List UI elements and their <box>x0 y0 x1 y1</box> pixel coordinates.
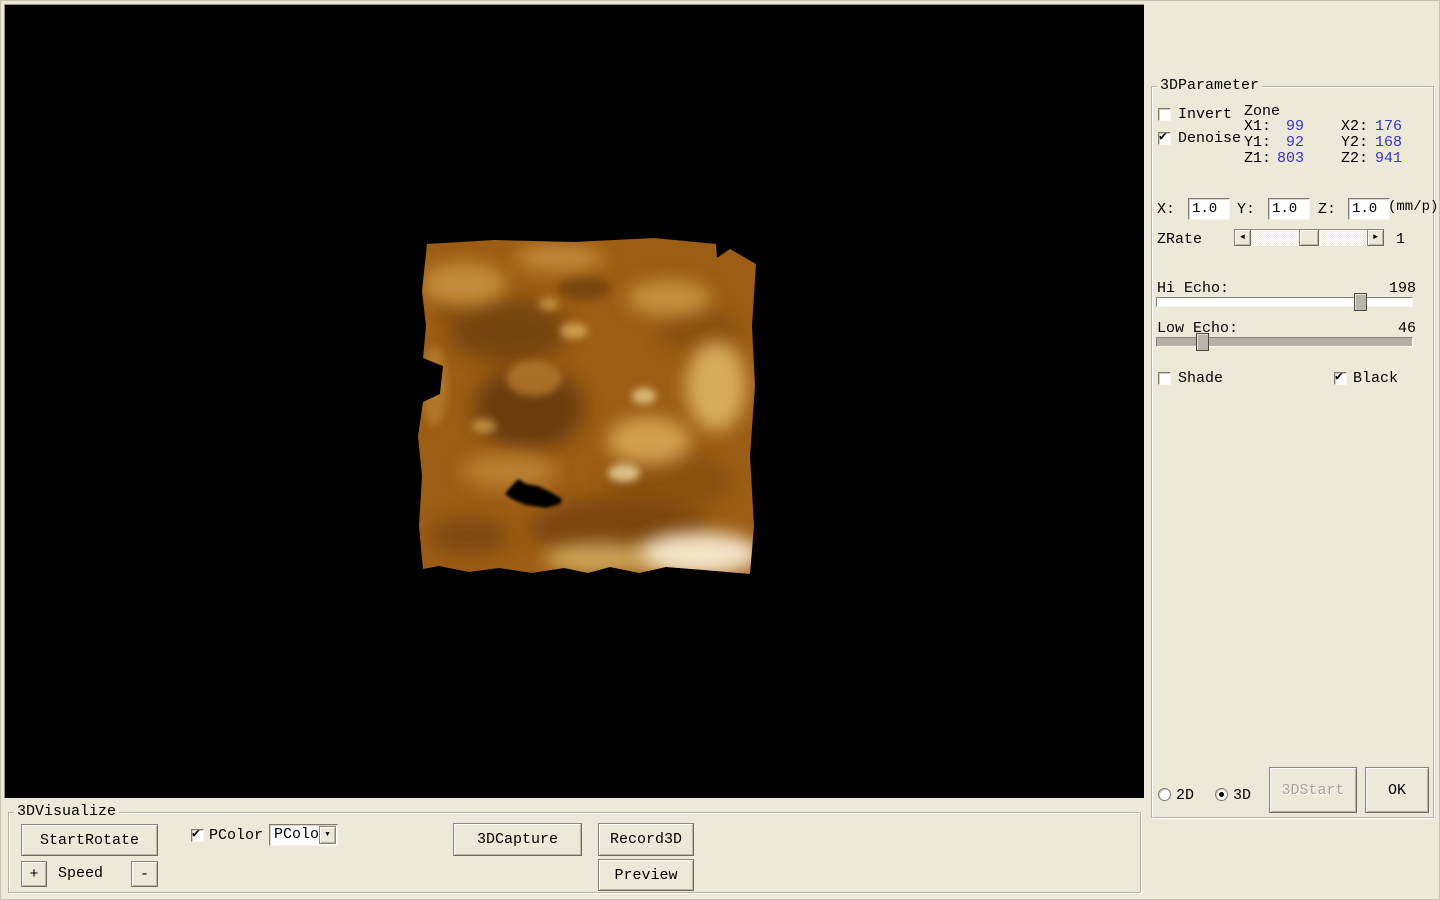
render-viewport[interactable] <box>4 4 1144 798</box>
mode-2d-label[interactable]: 2D <box>1176 787 1194 804</box>
low-echo-slider[interactable] <box>1156 333 1413 351</box>
zone-y2-value: 168 <box>1357 134 1402 151</box>
checkmark-icon: ✔ <box>192 826 200 841</box>
3dstart-button[interactable]: 3DStart <box>1269 767 1357 813</box>
record3d-button[interactable]: Record3D <box>598 823 694 856</box>
voxel-y-label: Y: <box>1237 201 1255 218</box>
mode-2d-radio[interactable] <box>1158 788 1171 801</box>
preview-button[interactable]: Preview <box>598 859 694 891</box>
voxel-x-label: X: <box>1157 201 1175 218</box>
speed-minus-button[interactable]: - <box>131 861 158 887</box>
dropdown-button[interactable]: ▼ <box>319 826 336 844</box>
chevron-down-icon: ▼ <box>325 831 329 839</box>
zone-y1-value: 92 <box>1259 134 1304 151</box>
voxel-z-input[interactable] <box>1348 198 1390 220</box>
zone-z2-value: 941 <box>1357 150 1402 167</box>
hi-echo-slider-thumb[interactable] <box>1354 293 1367 311</box>
zrate-scroll-right-button[interactable]: ► <box>1367 229 1384 246</box>
zrate-scroll-thumb[interactable] <box>1299 229 1319 246</box>
voxel-x-input[interactable] <box>1188 198 1230 220</box>
low-echo-slider-thumb[interactable] <box>1196 333 1209 351</box>
zrate-scrollbar[interactable]: ◄ ► <box>1234 229 1384 246</box>
zone-x2-value: 176 <box>1357 118 1402 135</box>
zone-x1-value: 99 <box>1259 118 1304 135</box>
hi-echo-slider-track[interactable] <box>1156 297 1413 307</box>
speed-label: Speed <box>58 865 103 882</box>
checkmark-icon: ✔ <box>1335 369 1343 384</box>
shade-label[interactable]: Shade <box>1178 370 1223 387</box>
ultrasound-3d-render <box>414 236 758 580</box>
mode-3d-radio[interactable] <box>1215 788 1228 801</box>
ok-button[interactable]: OK <box>1365 767 1429 813</box>
invert-label[interactable]: Invert <box>1178 106 1232 123</box>
voxel-z-label: Z: <box>1318 201 1336 218</box>
voxel-y-input[interactable] <box>1268 198 1310 220</box>
scroll-right-icon: ► <box>1373 233 1378 242</box>
denoise-label[interactable]: Denoise <box>1178 130 1241 147</box>
parameter-groupbox: 3DParameter Invert ✔ Denoise Zone X1: 99… <box>1151 86 1434 818</box>
denoise-checkbox[interactable]: ✔ <box>1158 132 1171 145</box>
shade-checkbox[interactable] <box>1158 372 1171 385</box>
zrate-label: ZRate <box>1157 231 1202 248</box>
low-echo-slider-track[interactable] <box>1156 337 1413 347</box>
voxel-unit-label: (mm/p) <box>1388 199 1438 216</box>
pcolor-dropdown[interactable]: PColor ▼ <box>269 824 338 846</box>
black-label[interactable]: Black <box>1353 370 1398 387</box>
zone-z1-value: 803 <box>1259 150 1304 167</box>
mode-3d-label[interactable]: 3D <box>1233 787 1251 804</box>
hi-echo-slider[interactable] <box>1156 293 1413 311</box>
pcolor-label[interactable]: PColor <box>209 827 263 844</box>
parameter-group-title: 3DParameter <box>1157 77 1262 95</box>
3dcapture-button[interactable]: 3DCapture <box>453 823 582 856</box>
visualize-groupbox: 3DVisualize StartRotate + Speed - ✔ PCol… <box>8 812 1141 893</box>
speed-plus-button[interactable]: + <box>21 861 47 887</box>
app-window: 3DParameter Invert ✔ Denoise Zone X1: 99… <box>0 0 1440 900</box>
black-checkbox[interactable]: ✔ <box>1334 372 1347 385</box>
start-rotate-button[interactable]: StartRotate <box>21 824 158 856</box>
invert-checkbox[interactable] <box>1158 108 1171 121</box>
visualize-group-title: 3DVisualize <box>14 803 119 821</box>
zrate-value: 1 <box>1396 231 1405 248</box>
pcolor-checkbox[interactable]: ✔ <box>191 829 204 842</box>
zrate-scroll-left-button[interactable]: ◄ <box>1234 229 1251 246</box>
scroll-left-icon: ◄ <box>1240 233 1245 242</box>
checkmark-icon: ✔ <box>1159 129 1167 144</box>
